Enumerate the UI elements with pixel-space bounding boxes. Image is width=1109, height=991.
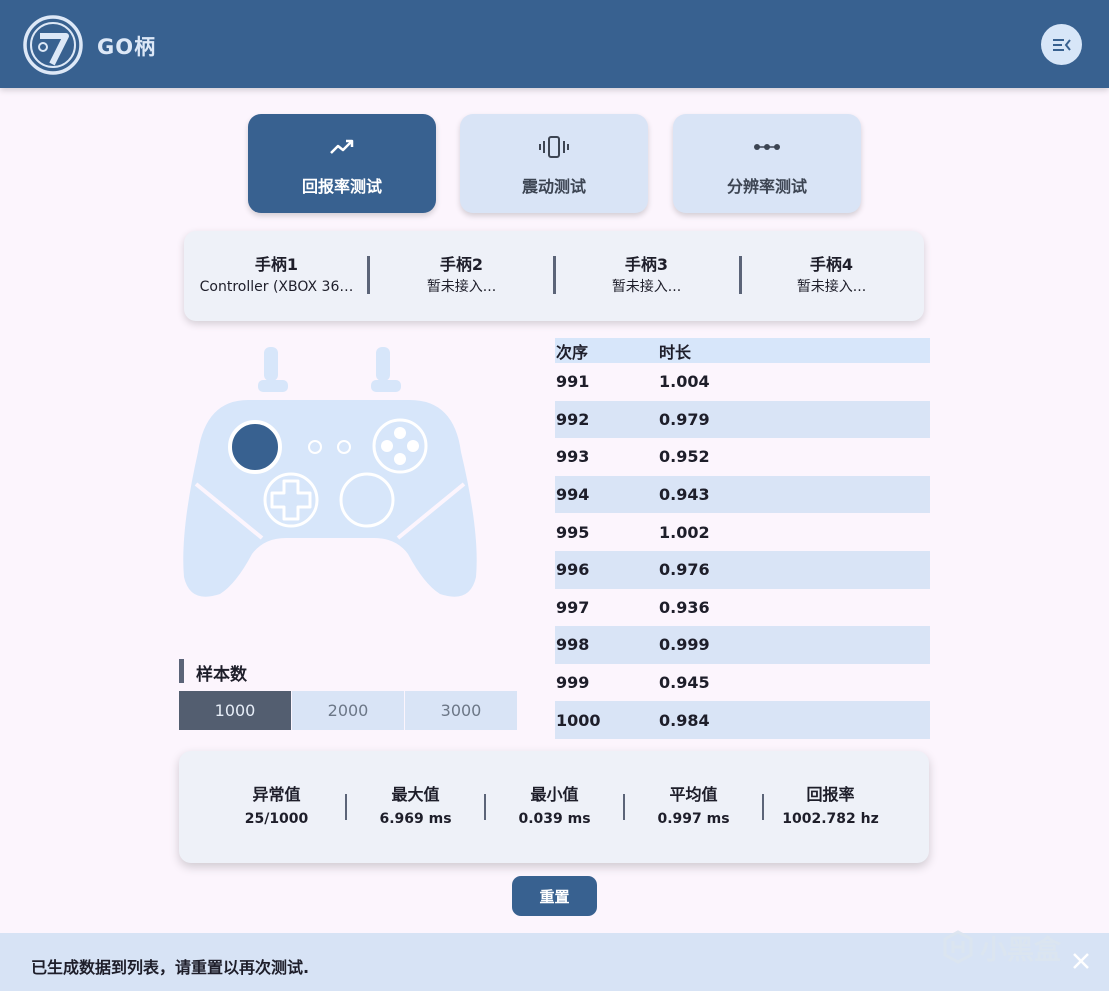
slot-divider: [367, 256, 370, 294]
table-row: 995 1.002: [556, 522, 710, 542]
app-title: GO柄: [97, 35, 157, 59]
table-row: 991 1.004: [556, 372, 710, 392]
table-row: 994 0.943: [555, 475, 930, 514]
header-duration: 时长: [659, 342, 692, 362]
sample-title-accent: [179, 659, 184, 683]
slot-divider: [739, 256, 742, 294]
controller-slot-1[interactable]: 手柄1 Controller (XBOX 36…: [184, 231, 369, 321]
reset-button[interactable]: 重置: [512, 876, 597, 916]
controller-slot-4[interactable]: 手柄4 暂未接入...: [739, 231, 924, 321]
table-header: 次序 时长: [555, 338, 930, 363]
vibrate-icon: [539, 136, 569, 158]
table-row: 998 0.999: [555, 626, 930, 664]
menu-toggle-button[interactable]: [1041, 24, 1082, 65]
controller-slot-2[interactable]: 手柄2 暂未接入...: [369, 231, 554, 321]
stat-max: 最大值 6.969 ms: [379, 785, 452, 827]
table-row: 1000 0.984: [555, 701, 930, 739]
xiaoheihe-logo-icon: [943, 930, 973, 964]
stat-average: 平均值 0.997 ms: [657, 785, 730, 827]
tab-resolution-test[interactable]: 分辨率测试: [673, 114, 861, 213]
table-row: 996 0.976: [555, 550, 930, 589]
dots-icon: [754, 144, 780, 150]
table-row: 999 0.945: [556, 673, 710, 693]
gamepad-illustration: [183, 347, 477, 597]
table-row: 992 0.979: [555, 400, 930, 439]
collapse-menu-icon: [1052, 38, 1071, 51]
watermark: 小黑盒: [942, 927, 1076, 967]
tab-vibration-test[interactable]: 震动测试: [460, 114, 648, 213]
close-icon[interactable]: [1070, 950, 1092, 972]
header-index: 次序: [556, 342, 589, 362]
slot-divider: [553, 256, 556, 294]
table-row: 997 0.936: [556, 597, 710, 617]
stat-outliers: 异常值 25/1000: [244, 785, 309, 827]
controller-slot-3[interactable]: 手柄3 暂未接入...: [554, 231, 739, 321]
status-message: 已生成数据到列表，请重置以再次测试.: [31, 958, 310, 977]
tab-polling-rate-test[interactable]: 回报率测试: [248, 114, 436, 213]
stat-polling-rate: 回报率 1002.782 hz: [782, 785, 879, 827]
stats-panel: 异常值 25/1000 最大值 6.969 ms 最小值 0.039 ms 平均…: [179, 751, 929, 863]
go-logo-icon: [23, 15, 83, 75]
sample-option-1000[interactable]: 1000: [179, 691, 291, 730]
stat-min: 最小值 0.039 ms: [518, 785, 591, 827]
sample-option-3000[interactable]: 3000: [405, 691, 517, 730]
app-header: GO柄: [0, 0, 1109, 88]
table-row: 993 0.952: [556, 447, 710, 467]
sample-count-title: 样本数: [196, 665, 247, 685]
sample-option-2000[interactable]: 2000: [292, 691, 404, 730]
trend-up-icon: [330, 139, 354, 154]
left-stick: [228, 420, 282, 474]
interval-table: 次序 时长 991 1.004 992 0.979 993 0.952 994 0.94…: [555, 338, 930, 739]
watermark-text: 小黑盒: [980, 934, 1061, 966]
